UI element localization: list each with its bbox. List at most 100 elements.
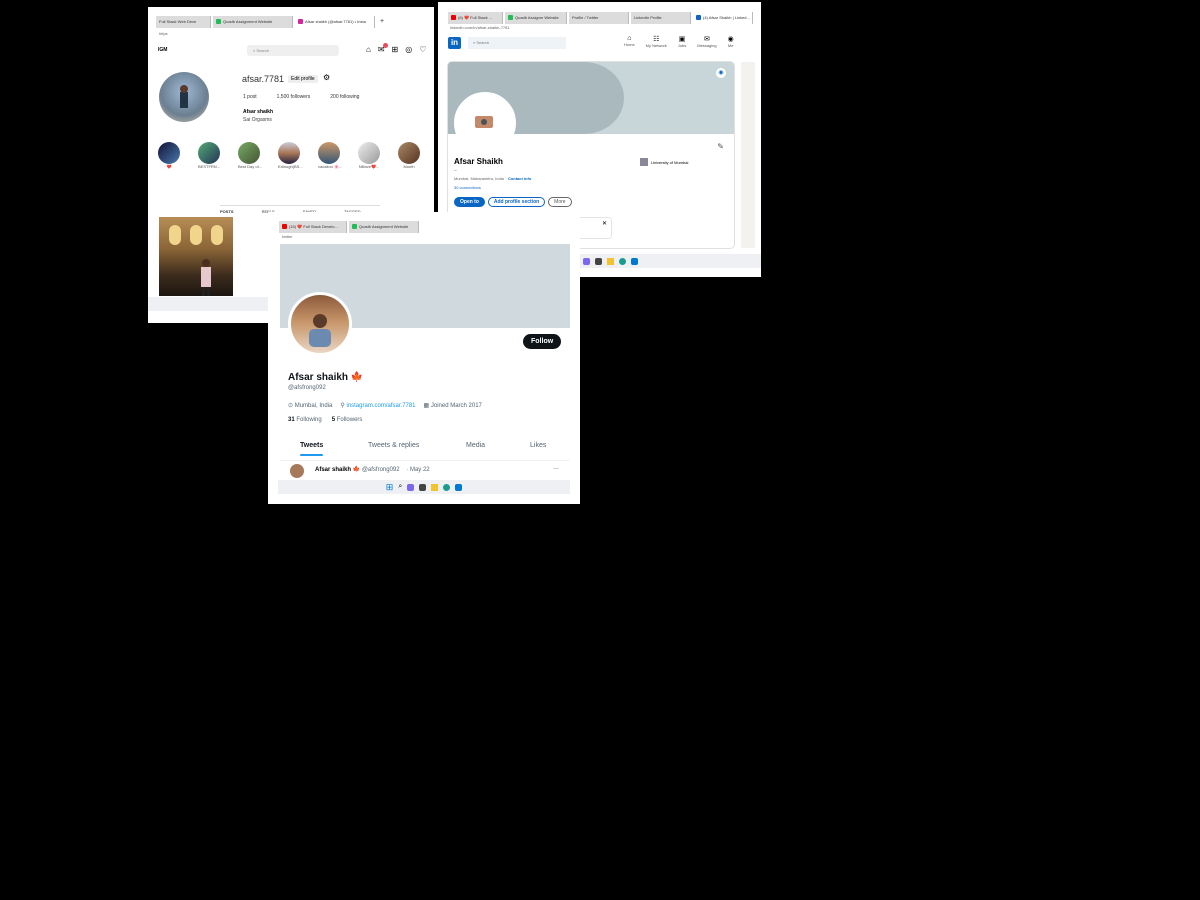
edge-icon[interactable] xyxy=(618,257,626,265)
tab-posts[interactable]: POSTS xyxy=(220,209,234,214)
edge-icon[interactable] xyxy=(443,483,451,491)
profile-name-row: Afsar shaikh 🍁 xyxy=(288,372,363,383)
tweet-avatar[interactable] xyxy=(290,464,304,478)
profile-location: Mumbai, Maharashtra, India xyxy=(454,176,504,181)
link-item[interactable]: ⚲ instagram.com/afsar.7781 xyxy=(340,402,415,409)
add-post-icon[interactable]: ⊞ xyxy=(392,45,399,54)
highlight-thumb xyxy=(198,142,220,164)
highlight-item[interactable]: Nilfave❤️... xyxy=(358,142,380,169)
browser-tab[interactable]: Full Stack Web Deve xyxy=(156,16,211,28)
tab-label: Quadb Assignment Website xyxy=(223,19,273,24)
tab-favicon xyxy=(352,224,357,230)
profile-link[interactable]: instagram.com/afsar.7781 xyxy=(346,403,415,409)
edit-profile-button[interactable]: Edit profile xyxy=(288,75,318,83)
browser-tab[interactable]: (15) ❤️ Full Stack Develo... xyxy=(279,221,347,233)
instagram-tab-bar: Full Stack Web Deve Quadb Assignment Web… xyxy=(156,16,434,28)
banner-camera-icon[interactable]: ◉ xyxy=(716,68,726,78)
chat-icon[interactable] xyxy=(407,483,415,491)
tweet-row[interactable]: Afsar shaikh 🍁 @afsfrong092 · May 22 ... xyxy=(288,464,563,478)
profile-avatar[interactable] xyxy=(159,72,209,122)
tab-label: Afsar shaikh (@afsar.7781) • Insta xyxy=(305,19,366,24)
chat-icon[interactable] xyxy=(582,257,590,265)
tab-favicon xyxy=(508,15,513,21)
windows-icon[interactable]: ⊞ xyxy=(386,482,394,493)
briefcase-icon: ▣ xyxy=(678,36,686,43)
nav-home[interactable]: ⌂ Home xyxy=(624,35,635,48)
messenger-icon[interactable]: ✉ xyxy=(378,43,388,54)
tab-favicon xyxy=(451,15,456,21)
linkedin-logo[interactable]: in xyxy=(448,37,461,49)
highlight-item[interactable]: ❤️ xyxy=(158,142,180,169)
followers-label: Followers xyxy=(336,417,363,423)
teams-icon[interactable] xyxy=(419,483,427,491)
following-stat[interactable]: 31 Following xyxy=(288,417,322,423)
nav-messaging[interactable]: ✉ Messaging xyxy=(697,35,716,48)
browser-tab-active[interactable]: (4) Afsar Shaikh | Linked... xyxy=(693,12,753,24)
file-explorer-icon[interactable] xyxy=(431,483,439,491)
nav-jobs[interactable]: ▣ Jobs xyxy=(678,35,686,48)
follow-button[interactable]: Follow xyxy=(523,334,562,349)
tab-tweets[interactable]: Tweets xyxy=(300,442,324,456)
following-label: Following xyxy=(296,417,322,423)
joined-text: Joined March 2017 xyxy=(430,403,482,409)
search-input[interactable]: ⌕ Search xyxy=(468,37,566,49)
browser-tab[interactable]: (6) ❤️ Full Stack ... xyxy=(448,12,503,24)
browser-tab-active[interactable]: Afsar shaikh (@afsar.7781) • Insta xyxy=(295,16,375,28)
profile-avatar[interactable] xyxy=(288,292,352,356)
instagram-favicon xyxy=(298,19,303,25)
followers-stat[interactable]: 5 Followers xyxy=(332,417,363,423)
tweet-author[interactable]: Afsar shaikh 🍁 xyxy=(315,467,360,473)
vscode-icon[interactable] xyxy=(455,483,463,491)
address-bar[interactable]: linkedin.com/in/afsar-shaikh-7781 xyxy=(450,25,510,30)
contact-info-link[interactable]: Contact info xyxy=(508,176,531,181)
address-bar[interactable]: https xyxy=(159,31,168,36)
tab-likes[interactable]: Likes xyxy=(530,442,546,449)
address-bar[interactable]: twitter xyxy=(282,234,293,239)
vscode-icon[interactable] xyxy=(630,257,638,265)
close-icon[interactable]: ✕ xyxy=(602,220,607,227)
profile-photo-placeholder[interactable] xyxy=(454,92,516,154)
settings-icon[interactable]: ⚙ xyxy=(323,73,330,82)
highlight-item[interactable]: vacation 🌸... xyxy=(318,142,342,169)
browser-tab[interactable]: Quadb Assignment Website xyxy=(213,16,293,28)
more-button[interactable]: More xyxy=(548,197,572,207)
tab-tweets-replies[interactable]: Tweets & replies xyxy=(368,442,419,449)
add-profile-section-button[interactable]: Add profile section xyxy=(487,197,546,207)
browser-tab[interactable]: Profile / Twitter xyxy=(569,12,629,24)
pencil-icon[interactable]: ✎ xyxy=(717,142,724,151)
search-icon[interactable]: ⌕ xyxy=(398,483,402,491)
calendar-icon: ▦ xyxy=(423,403,430,409)
browser-tab[interactable]: Quadb Assignm Website xyxy=(505,12,567,24)
explore-icon[interactable]: ◎ xyxy=(405,45,412,54)
file-explorer-icon[interactable] xyxy=(606,257,614,265)
nav-label: Jobs xyxy=(677,43,687,48)
camera-lens xyxy=(481,119,487,125)
heart-icon[interactable]: ♡ xyxy=(419,45,426,54)
post-thumbnail[interactable] xyxy=(159,217,233,296)
teams-icon[interactable] xyxy=(594,257,602,265)
following-count[interactable]: 200 following xyxy=(330,94,359,100)
highlight-item[interactable]: BESTFRN... xyxy=(198,142,220,169)
search-icon: ⌕ xyxy=(473,40,476,45)
highlight-item[interactable]: Edinugh(BS... xyxy=(278,142,303,169)
browser-tab[interactable]: LinkedIn Profile xyxy=(631,12,691,24)
followers-count[interactable]: 1,500 followers xyxy=(277,94,311,100)
education-entry[interactable]: University of Mumbai xyxy=(640,158,688,166)
location-text: Mumbai, India xyxy=(294,403,333,409)
profile-meta: ⊙ Mumbai, India ⚲ instagram.com/afsar.77… xyxy=(288,402,482,409)
browser-tab[interactable]: Quadb Assignment Website xyxy=(349,221,419,233)
search-input[interactable]: ⌕ Search xyxy=(247,45,339,56)
new-tab-button[interactable]: + xyxy=(377,16,387,28)
tweet-more-icon[interactable]: ... xyxy=(553,464,559,471)
tweet-date[interactable]: · May 22 xyxy=(406,467,429,473)
home-icon[interactable]: ⌂ xyxy=(366,45,371,54)
highlight-item[interactable]: Best Day of... xyxy=(238,142,262,169)
open-to-button[interactable]: Open to xyxy=(454,197,485,207)
nav-network[interactable]: ☷ My Network xyxy=(646,35,667,48)
tab-media[interactable]: Media xyxy=(466,442,485,449)
instagram-logo[interactable]: IGM xyxy=(158,47,167,53)
connections-link[interactable]: 30 connections xyxy=(454,185,481,190)
highlight-item[interactable]: Month xyxy=(398,142,420,169)
nav-me[interactable]: ◉ Me xyxy=(728,35,734,48)
nav-label: Home xyxy=(624,42,635,47)
